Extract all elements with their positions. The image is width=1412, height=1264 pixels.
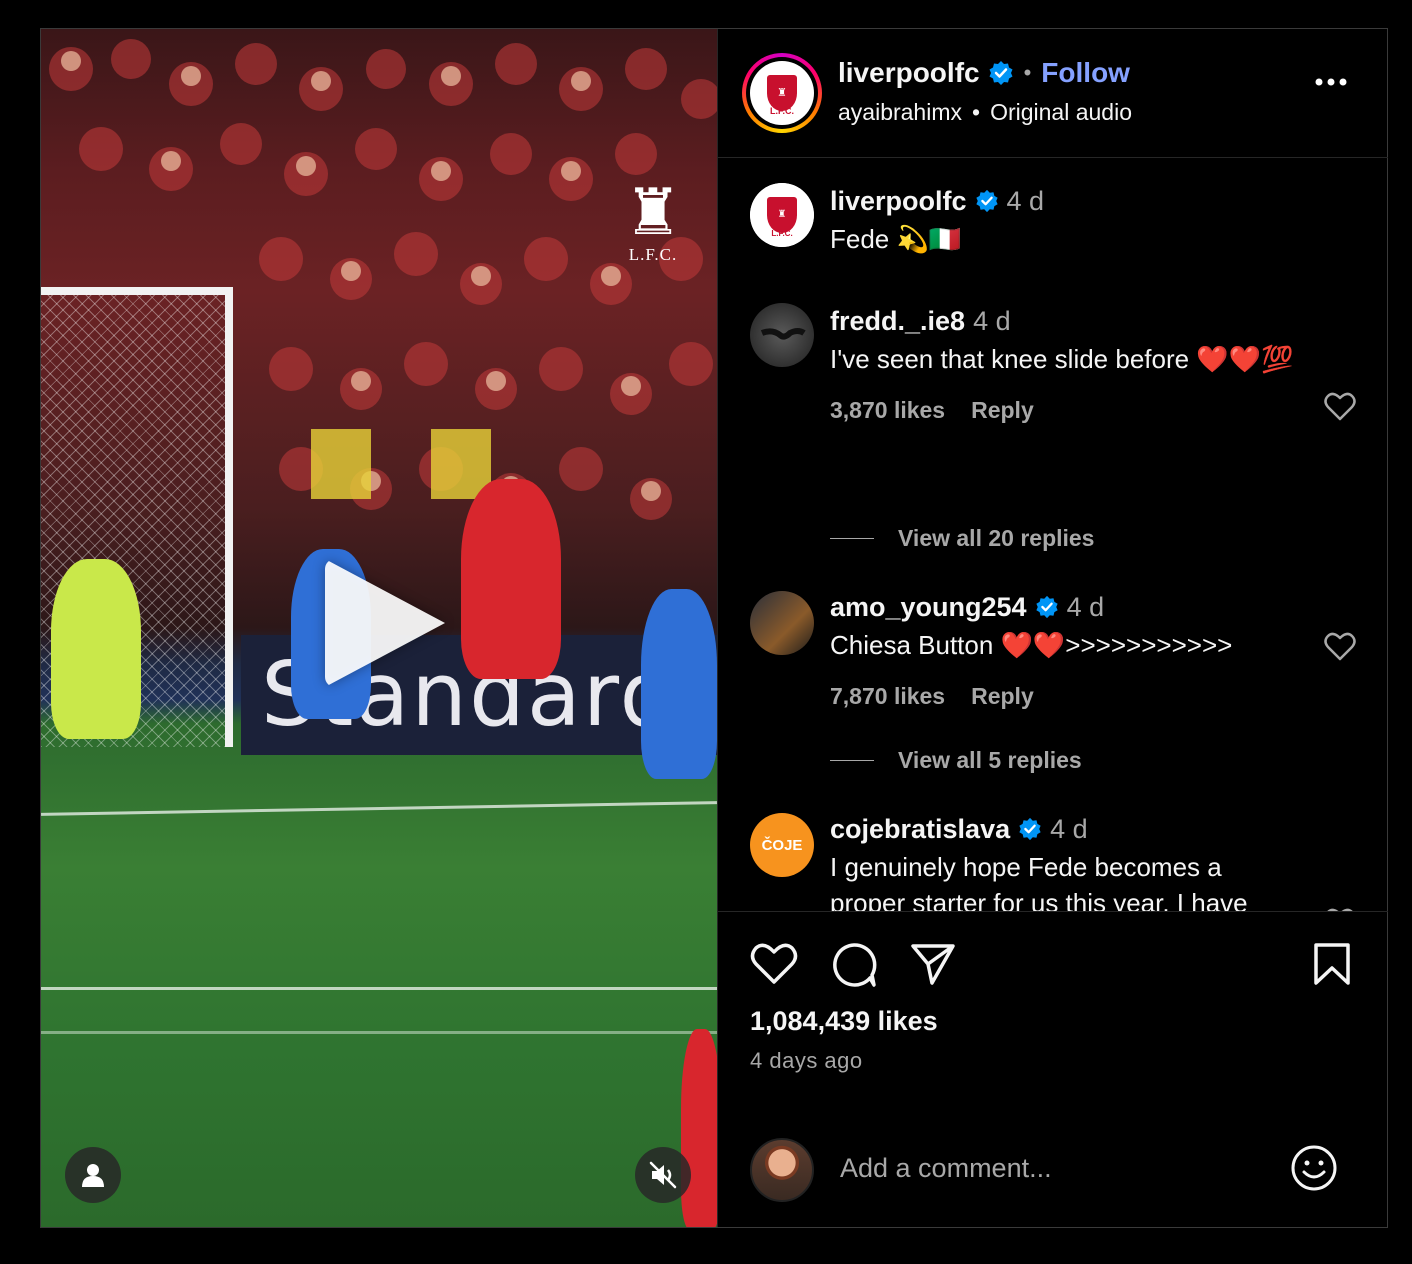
follow-button[interactable]: Follow [1041,57,1130,89]
replies-dash [830,538,874,539]
comment-time: 4 d [1066,591,1105,622]
header-username[interactable]: liverpoolfc [838,57,980,89]
defender-player [641,589,717,779]
post-side-panel: ♜ L.F.C. liverpoolfc • Follow ayaibrahimx… [717,29,1388,1227]
lfc-crest-icon: ♜ L.F.C. [750,183,814,247]
comment: fredd._.ie8 4 d I've seen that knee slid… [830,301,1300,424]
verified-badge-icon [975,189,998,213]
pitch-line [41,987,717,990]
mute-button[interactable] [635,1147,691,1203]
post-modal: Standard ♜ L.F.C. ♜ L.F.C. liverpoolfc •… [40,28,1388,1228]
like-comment-heart-icon[interactable] [1324,631,1356,661]
reply-button[interactable]: Reply [971,683,1034,710]
separator-dot: • [972,99,981,125]
comment-time: 4 d [1050,813,1088,844]
pitch-line [41,1031,717,1034]
liverbird-icon: ♜ [624,176,682,248]
comment-username[interactable]: fredd._.ie8 [830,306,965,337]
comment-likes[interactable]: 7,870 likes [830,683,945,710]
view-replies-button[interactable]: View all 5 replies [830,747,1082,774]
play-icon[interactable] [325,559,445,687]
caption-text: Fede 💫🇮🇹 [830,224,962,254]
comment-likes[interactable]: 3,870 likes [830,397,945,424]
share-send-icon[interactable] [910,942,956,986]
caption-avatar[interactable]: ♜ L.F.C. [750,183,814,247]
comment-avatar[interactable] [750,303,814,367]
sunglasses-icon [760,328,806,340]
teammate-player [681,1029,717,1227]
audio-link[interactable]: Original audio [990,99,1132,126]
comments-list[interactable]: ♜ L.F.C. liverpoolfc 4 d Fede 💫🇮🇹 fredd.… [718,159,1388,911]
save-bookmark-icon[interactable] [1312,942,1352,986]
audio-user-link[interactable]: ayaibrahimx [838,99,962,126]
reply-button[interactable]: Reply [971,397,1034,424]
avatar-logo-text: ČOJE [761,836,803,854]
goalkeeper [51,559,141,739]
lfc-watermark: ♜ L.F.C. [624,176,682,264]
comment-bubble-icon[interactable] [830,942,878,988]
separator-dot: • [1023,60,1032,85]
like-heart-icon[interactable] [750,942,798,986]
caption: liverpoolfc 4 d Fede 💫🇮🇹 [830,181,1300,257]
verified-badge-icon [989,61,1013,85]
comment-username[interactable]: amo_young254 [830,592,1027,623]
post-time-ago[interactable]: 4 days ago [750,1048,863,1074]
like-comment-heart-icon[interactable] [1324,391,1356,421]
caption-username[interactable]: liverpoolfc [830,186,967,217]
comment-time: 4 d [973,305,1011,336]
replies-dash [830,760,874,761]
story-avatar[interactable]: ♜ L.F.C. [742,53,822,133]
caption-time: 4 d [1006,185,1045,216]
comment-text: I genuinely hope Fede becomes a proper s… [830,852,1248,911]
tagged-users-button[interactable] [65,1147,121,1203]
comment-avatar[interactable]: ČOJE [750,813,814,877]
verified-badge-icon [1035,595,1058,619]
post-header: ♜ L.F.C. liverpoolfc • Follow ayaibrahimx… [718,29,1388,158]
comment-avatar[interactable] [750,591,814,655]
post-actions: 1,084,439 likes 4 days ago [718,911,1388,1227]
user-icon [82,1164,104,1187]
add-comment-row [718,1134,1388,1204]
add-comment-input[interactable] [840,1146,1260,1190]
pitch-line [41,801,717,816]
comment: cojebratislava 4 d I genuinely hope Fede… [830,809,1300,912]
lfc-crest-icon: ♜ L.F.C. [750,61,814,125]
speaker-muted-icon [649,1161,677,1189]
comment-username[interactable]: cojebratislava [830,814,1010,845]
reel-video[interactable]: Standard ♜ L.F.C. [41,29,717,1227]
attacking-player [461,479,561,679]
comment-text: I've seen that knee slide before ❤️❤️💯 [830,344,1294,374]
view-replies-button[interactable]: View all 20 replies [830,525,1094,552]
emoji-smiley-icon[interactable] [1290,1144,1338,1192]
comment: amo_young254 4 d Chiesa Button ❤️❤️>>>>>… [830,587,1300,710]
verified-badge-icon [1019,817,1041,841]
more-options-icon[interactable] [1314,77,1348,87]
post-likes-count[interactable]: 1,084,439 likes [750,1006,938,1037]
current-user-avatar[interactable] [750,1138,814,1202]
comment-text: Chiesa Button ❤️❤️>>>>>>>>>>> [830,630,1233,660]
